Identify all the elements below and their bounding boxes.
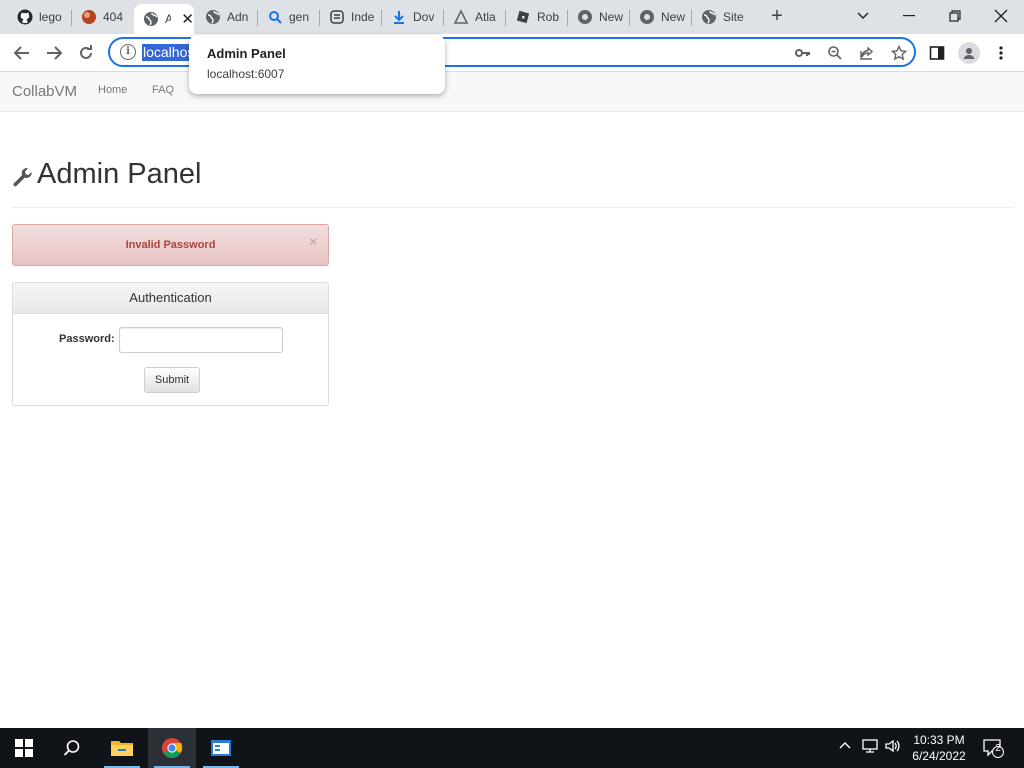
notification-count: 2 (995, 743, 1001, 754)
close-tab-icon[interactable]: ✕ (181, 10, 194, 28)
error-alert: Invalid Password × (12, 224, 329, 266)
globe-icon (143, 11, 159, 27)
tab-new-2[interactable]: New (630, 4, 692, 30)
page-header: Admin Panel (12, 158, 1014, 208)
github-icon (17, 9, 33, 25)
tab-title: Admin Panel (165, 12, 172, 26)
alert-message: Invalid Password (125, 239, 216, 251)
tab-atla[interactable]: Atla (444, 4, 506, 30)
tab-404[interactable]: 404 (72, 4, 134, 30)
tab-lego[interactable]: lego (8, 4, 72, 30)
site-info-icon[interactable]: i (120, 44, 136, 60)
nav-faq[interactable]: FAQ (152, 84, 174, 96)
globe-icon (701, 9, 717, 25)
tab-adn[interactable]: Adn (196, 4, 256, 30)
site-brand[interactable]: CollabVM (12, 83, 77, 100)
file-explorer-icon[interactable] (98, 728, 146, 768)
hovercard-url: localhost:6007 (207, 67, 285, 81)
tab-title: Inde (351, 10, 375, 24)
profile-avatar-icon[interactable] (958, 42, 980, 64)
browser-toolbar: i localhost (0, 34, 1024, 72)
globe-icon (205, 9, 221, 25)
bookmark-star-icon[interactable] (890, 44, 908, 62)
windows-logo-icon (15, 739, 33, 757)
notifications-icon[interactable]: 2 (982, 737, 1004, 762)
search-icon (267, 9, 283, 25)
network-icon[interactable] (861, 738, 879, 757)
share-icon[interactable] (858, 44, 876, 62)
key-icon[interactable] (794, 44, 812, 62)
start-button[interactable] (0, 728, 48, 768)
back-button[interactable] (10, 42, 34, 64)
roblox-icon (515, 9, 531, 25)
show-hidden-icons-chevron-icon[interactable] (839, 738, 851, 753)
tab-inde[interactable]: Inde (320, 4, 380, 30)
tab-title: Adn (227, 10, 249, 24)
alert-close-button[interactable]: × (309, 234, 317, 249)
forward-button[interactable] (42, 42, 66, 64)
minimize-button[interactable] (894, 4, 924, 28)
tab-rob[interactable]: Rob (506, 4, 568, 30)
search-taskbar-icon[interactable] (48, 728, 96, 768)
tab-title: Atla (475, 10, 496, 24)
taskbar-clock[interactable]: 10:33 PM 6/24/2022 (900, 732, 978, 764)
tab-site[interactable]: Site (692, 4, 754, 30)
zoom-out-icon[interactable] (826, 44, 844, 62)
panel-heading: Authentication (13, 283, 328, 314)
clock-time: 10:33 PM (913, 733, 965, 747)
tab-hovercard: Admin Panel localhost:6007 (189, 35, 445, 94)
tab-title: gen (289, 10, 310, 24)
tab-title: lego (39, 10, 62, 24)
tab-title: Rob (537, 10, 560, 24)
restore-button[interactable] (940, 4, 970, 28)
atlas-icon (453, 9, 469, 25)
windows-taskbar: 10:33 PM 6/24/2022 2 (0, 728, 1024, 768)
site-404-icon (81, 9, 97, 25)
chrome-icon (577, 9, 593, 25)
tab-new-1[interactable]: New (568, 4, 630, 30)
chrome-icon (639, 9, 655, 25)
archive-icon (329, 9, 345, 25)
tab-title: New (599, 10, 624, 24)
tab-title: New (661, 10, 686, 24)
tab-dov[interactable]: Dov (382, 4, 444, 30)
close-window-button[interactable] (986, 4, 1016, 28)
tab-gen[interactable]: gen (258, 4, 318, 30)
chrome-taskbar-icon[interactable] (148, 728, 196, 768)
tab-search-chevron-icon[interactable] (848, 4, 878, 28)
browser-tab-strip: lego 404 Admin Panel ✕ Adn gen Inde (0, 0, 1024, 34)
page-title: Admin Panel (37, 158, 202, 190)
reload-button[interactable] (74, 42, 98, 64)
tab-admin-panel[interactable]: Admin Panel ✕ (134, 4, 194, 34)
download-icon (391, 9, 407, 25)
tab-title: Dov (413, 10, 435, 24)
app-window-taskbar-icon[interactable] (197, 728, 245, 768)
submit-button[interactable]: Submit (144, 367, 200, 393)
tab-title: Site (723, 10, 744, 24)
hovercard-title: Admin Panel (207, 46, 286, 61)
side-panel-icon[interactable] (926, 42, 948, 64)
wrench-icon (12, 166, 32, 188)
kebab-menu-icon[interactable] (990, 42, 1012, 64)
new-tab-button[interactable]: + (766, 6, 788, 28)
nav-home[interactable]: Home (98, 84, 127, 96)
site-navbar: CollabVM Home FAQ News Rules Stats Users (0, 72, 1024, 112)
password-label: Password: (59, 333, 115, 345)
authentication-panel: Authentication Password: Submit (12, 282, 329, 406)
tab-title: 404 (103, 10, 124, 24)
clock-date: 6/24/2022 (912, 749, 966, 763)
password-input[interactable] (119, 327, 283, 353)
